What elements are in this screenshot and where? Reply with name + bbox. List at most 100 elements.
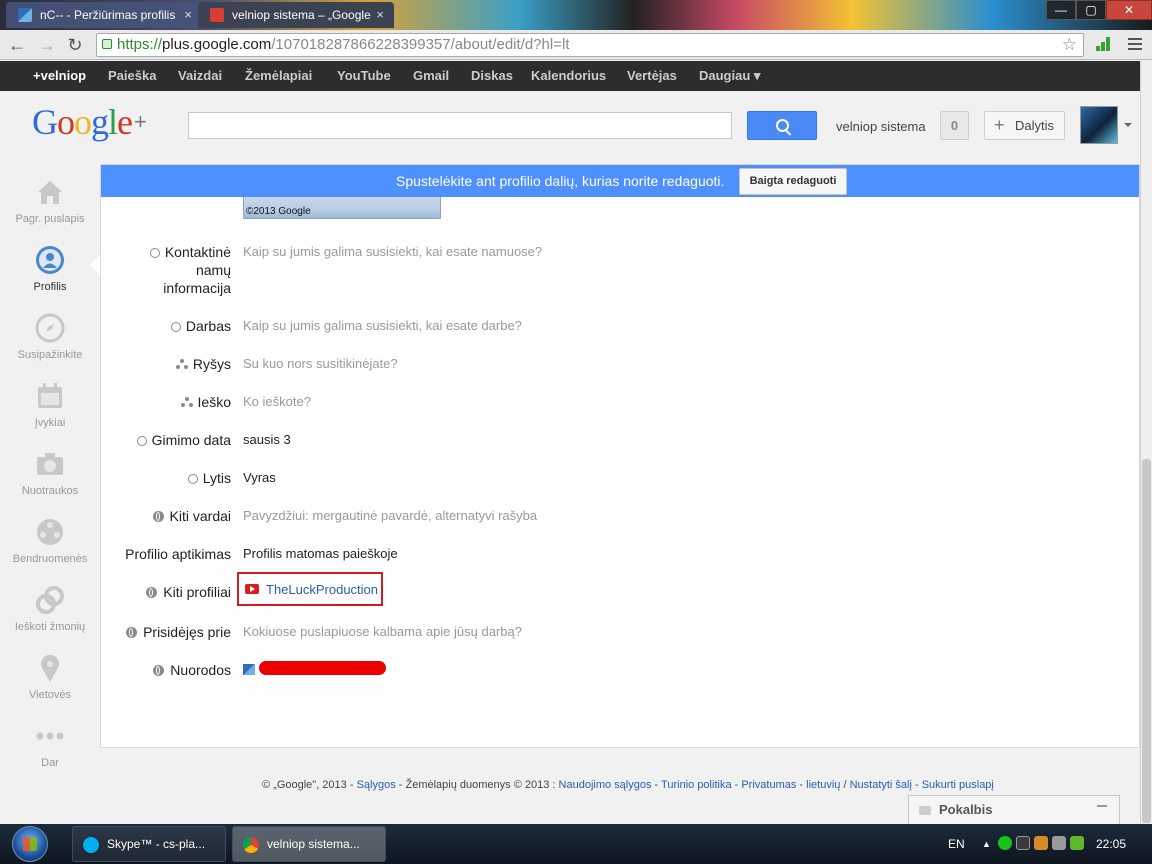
share-label: Dalytis — [1015, 118, 1055, 133]
places-map[interactable]: ©2013 Google — [243, 197, 441, 219]
gbar-search-link[interactable]: Paieška — [108, 61, 156, 91]
chevron-down-icon[interactable] — [1124, 123, 1132, 127]
search-icon — [776, 119, 789, 132]
sidebar-item-label: Nuotraukos — [21, 485, 79, 497]
gbar-calendar-link[interactable]: Kalendorius — [531, 61, 606, 91]
gbar-images-link[interactable]: Vaizdai — [178, 61, 222, 91]
row-label: Lytis — [101, 469, 231, 487]
google-plus-logo[interactable]: Google+ — [32, 102, 147, 142]
chat-widget[interactable]: Pokalbis — [908, 795, 1120, 825]
footer-country-link[interactable]: Nustatyti šalį — [850, 779, 912, 791]
sidebar-item-profile[interactable]: Profilis — [0, 245, 100, 293]
row-placeholder: Ko ieškote? — [243, 394, 311, 409]
sidebar-item-local[interactable]: Vietovės — [0, 653, 100, 701]
row-label: Darbas — [101, 317, 231, 335]
security-shield-icon[interactable] — [1070, 836, 1084, 850]
globe-icon — [153, 665, 165, 676]
gbar-maps-link[interactable]: Žemėlapiai — [245, 61, 312, 91]
volume-icon[interactable] — [1052, 836, 1066, 850]
footer-usage-terms-link[interactable]: Naudojimo sąlygos — [559, 779, 652, 791]
row-placeholder: Kokiuose puslapiuose kalbama apie jūsų d… — [243, 624, 522, 639]
globe-icon — [146, 587, 158, 598]
taskbar-skype-button[interactable]: Skype™ - cs-pla... — [72, 826, 226, 862]
sidebar-item-label: Ieškoti žmonių — [14, 621, 86, 633]
youtube-profile-link[interactable]: TheLuckProduction — [237, 572, 383, 606]
close-window-button[interactable]: ✕ — [1106, 0, 1152, 20]
signal-bars-icon[interactable] — [1096, 37, 1112, 51]
sidebar-item-explore[interactable]: Susipažinkite — [0, 313, 100, 361]
notifications-count[interactable]: 0 — [940, 111, 969, 140]
reload-button[interactable]: ↻ — [64, 34, 86, 56]
sidebar-item-more[interactable]: Dar — [0, 721, 100, 769]
map-copyright: ©2013 Google — [246, 206, 311, 217]
gbar-youtube-link[interactable]: YouTube — [337, 61, 391, 91]
minimize-button[interactable]: — — [1046, 0, 1076, 20]
browser-menu-icon[interactable] — [1128, 38, 1142, 53]
url-scheme: https:// — [117, 36, 163, 53]
tab-label: velniop sistema – „Google — [232, 8, 371, 22]
gbar-translate-link[interactable]: Vertėjas — [627, 61, 677, 91]
avatar[interactable] — [1080, 106, 1118, 144]
tab-profile-view[interactable]: nC-- - Peržiūrimas profilis × — [6, 2, 202, 28]
profile-link-text[interactable]: TheLuckProduction — [266, 582, 378, 597]
footer-language-link[interactable]: lietuvių — [806, 779, 840, 791]
bookmark-star-icon[interactable]: ☆ — [1062, 34, 1077, 56]
address-bar[interactable]: https://plus.google.com/1070182878662283… — [96, 33, 1084, 57]
footer-create-page-link[interactable]: Sukurti puslapį — [922, 779, 994, 791]
lock-icon — [102, 39, 112, 49]
taskbar-clock[interactable]: 22:05 — [1096, 824, 1126, 864]
label-text: Kiti profiliai — [163, 584, 231, 600]
maximize-button[interactable]: ▢ — [1076, 0, 1106, 20]
circles-icon — [180, 397, 193, 408]
profile-icon — [36, 246, 64, 274]
sidebar-item-photos[interactable]: Nuotraukos — [0, 449, 100, 497]
share-button[interactable]: + Dalytis — [984, 111, 1065, 140]
tab-google-plus[interactable]: velniop sistema – „Google × — [198, 2, 394, 28]
gbar-profile-link[interactable]: +velniop — [33, 61, 86, 91]
footer-terms-link[interactable]: Sąlygos — [357, 779, 396, 791]
tray-app-icon[interactable] — [1034, 836, 1048, 850]
footer-privacy-link[interactable]: Privatumas — [741, 779, 796, 791]
camera-icon — [37, 453, 63, 475]
sidebar-item-communities[interactable]: Bendruomenės — [0, 517, 100, 565]
row-placeholder: Kaip su jumis galima susisiekti, kai esa… — [243, 318, 522, 333]
close-tab-icon[interactable]: × — [184, 2, 192, 28]
gbar-drive-link[interactable]: Diskas — [471, 61, 513, 91]
footer-content-policy-link[interactable]: Turinio politika — [661, 779, 732, 791]
label-text: Kiti vardai — [169, 508, 231, 524]
sidebar-item-events[interactable]: Įvykiai — [0, 381, 100, 429]
communities-icon — [37, 519, 63, 545]
language-indicator[interactable]: EN — [948, 824, 965, 864]
active-nav-pointer — [90, 255, 100, 275]
user-name[interactable]: velniop sistema — [836, 119, 926, 134]
minimize-icon[interactable] — [1097, 805, 1107, 807]
sidebar-item-find-people[interactable]: Ieškoti žmonių — [0, 585, 100, 633]
page-scrollbar[interactable] — [1140, 61, 1152, 824]
row-label: Kontaktinė namų informacija — [141, 243, 231, 297]
gbar-more-link[interactable]: Daugiau ▾ — [699, 61, 760, 91]
tray-app-icon[interactable] — [1016, 836, 1030, 850]
label-text: Ieško — [197, 394, 231, 410]
scrollbar-thumb[interactable] — [1142, 459, 1151, 823]
home-icon — [38, 181, 62, 204]
show-hidden-icons-icon[interactable]: ▲ — [982, 824, 991, 864]
redacted-link[interactable] — [243, 661, 388, 677]
site-favicon-icon — [243, 664, 255, 675]
network-status-icon[interactable] — [998, 836, 1012, 850]
label-text: Prisidėjęs prie — [143, 624, 231, 640]
edit-mode-bar: Spustelėkite ant profilio dalių, kurias … — [101, 165, 1139, 197]
start-button[interactable] — [12, 826, 48, 862]
row-value: Profilis matomas paieškoje — [243, 546, 398, 561]
back-button[interactable]: ← — [6, 34, 28, 56]
close-tab-icon[interactable]: × — [376, 2, 384, 28]
done-editing-button[interactable]: Baigta redaguoti — [739, 168, 847, 195]
sidebar-item-home[interactable]: Pagr. puslapis — [0, 177, 100, 225]
label-text: Nuorodos — [170, 662, 231, 678]
taskbar-chrome-button[interactable]: velniop sistema... — [232, 826, 386, 862]
search-input[interactable] — [188, 112, 732, 139]
search-button[interactable] — [747, 111, 817, 140]
youtube-icon — [245, 584, 259, 594]
footer-separator: - — [651, 779, 662, 791]
gbar-gmail-link[interactable]: Gmail — [413, 61, 449, 91]
forward-button[interactable]: → — [36, 34, 58, 56]
